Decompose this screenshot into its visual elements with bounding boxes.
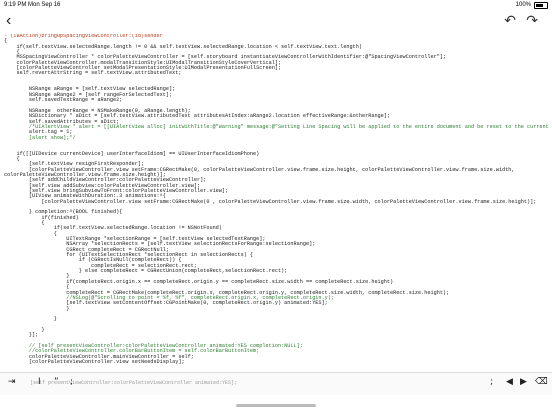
tab-icon[interactable]: ⇥ [8,377,16,387]
semicolon-right-button[interactable]: ; [490,377,493,387]
code-line: /*UIAlertView * alert = [[UIAlertView al… [28,123,552,130]
code-editor[interactable]: - (IBAction)bringUpSpacingViewController… [0,34,552,370]
status-bar: 9:19 PM Mon Sep 16 100% [0,0,552,10]
chevron-left-icon[interactable]: ‹ [6,12,11,30]
battery-icon [534,1,548,9]
undo-icon[interactable]: ↶ [504,12,516,29]
delete-icon[interactable]: ⌫ [535,377,548,387]
battery-percent: 100% [515,2,531,8]
keyboard-accessory-toolbar: ⇥ I ” ; [self presentViewController:colo… [0,372,552,395]
code-line: [colorPaletteViewController.view setFram… [4,198,537,205]
redo-icon[interactable]: ↷ [526,12,538,29]
autocomplete-hint: [self presentViewController:colorPalette… [30,380,238,386]
status-time-date: 9:19 PM Mon Sep 16 [4,0,60,10]
status-right: 100% [516,0,548,10]
home-indicator [236,404,316,407]
editor-topbar: ‹ ↶ ↷ [0,10,552,34]
code-line: [colorPaletteViewController.view setNeed… [4,358,185,365]
arrow-right-icon[interactable]: ▶ [520,377,527,387]
status-date: Mon Sep 16 [28,2,61,8]
status-time: 9:19 PM [4,2,27,8]
arrow-left-icon[interactable]: ◀ [506,377,513,387]
